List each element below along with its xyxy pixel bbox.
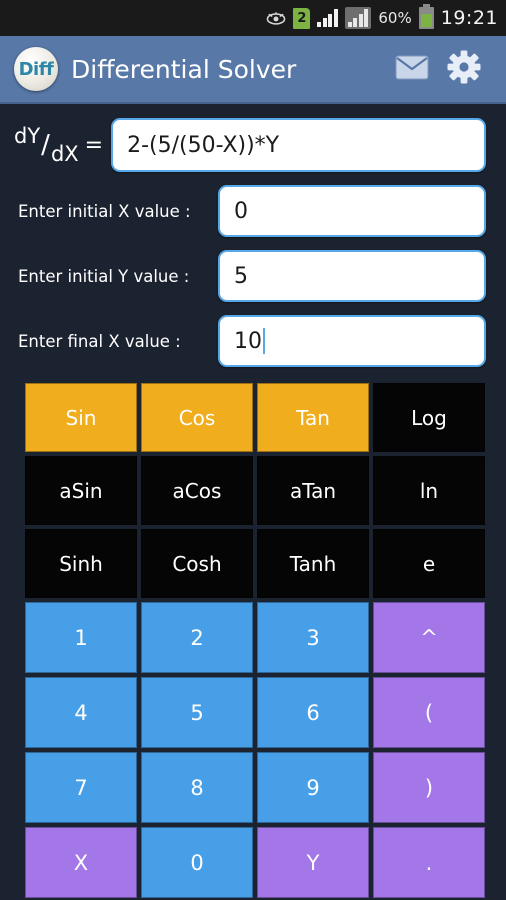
sim-card-label: 2 bbox=[297, 10, 307, 26]
key-6[interactable]: 6 bbox=[257, 677, 369, 748]
key-4[interactable]: 4 bbox=[25, 677, 137, 748]
key-tan[interactable]: Tan bbox=[257, 383, 369, 452]
key-8[interactable]: 8 bbox=[141, 752, 253, 823]
derivative-denominator: dX bbox=[50, 142, 79, 166]
derivative-slash: / bbox=[41, 130, 50, 160]
key-cosh[interactable]: Cosh bbox=[141, 529, 253, 598]
equation-row: dY / dX = 2-(5/(50-X))*Y bbox=[0, 104, 506, 172]
key-x[interactable]: X bbox=[25, 827, 137, 898]
keypad-row: Sin Cos Tan Log bbox=[25, 383, 485, 452]
status-bar: 2 60% 19:21 bbox=[0, 0, 506, 36]
keypad-row: Sinh Cosh Tanh e bbox=[25, 529, 485, 598]
gear-icon bbox=[447, 50, 481, 88]
final-x-input[interactable]: 10 bbox=[218, 315, 486, 367]
key-tanh[interactable]: Tanh bbox=[257, 529, 369, 598]
key-3[interactable]: 3 bbox=[257, 602, 369, 673]
battery-percent-label: 60% bbox=[378, 9, 412, 27]
initial-y-value: 5 bbox=[234, 263, 248, 289]
key-acos[interactable]: aCos bbox=[141, 456, 253, 525]
key-1[interactable]: 1 bbox=[25, 602, 137, 673]
key-cos[interactable]: Cos bbox=[141, 383, 253, 452]
app-root: 2 60% 19:21 Diff Differential Solver dY … bbox=[0, 0, 506, 900]
keypad-row: 1 2 3 ^ bbox=[25, 602, 485, 673]
key-sin[interactable]: Sin bbox=[25, 383, 137, 452]
key-power[interactable]: ^ bbox=[373, 602, 485, 673]
final-x-label: Enter final X value : bbox=[18, 331, 181, 351]
initial-x-input[interactable]: 0 bbox=[218, 185, 486, 237]
equals-sign: = bbox=[84, 132, 104, 158]
app-bar: Diff Differential Solver bbox=[0, 36, 506, 104]
keypad-row: 4 5 6( bbox=[25, 677, 485, 748]
key-lparen[interactable]: ( bbox=[373, 677, 485, 748]
initial-y-input[interactable]: 5 bbox=[218, 250, 486, 302]
derivative-label: dY / dX = bbox=[14, 124, 104, 166]
mail-button[interactable] bbox=[386, 43, 438, 95]
key-7[interactable]: 7 bbox=[25, 752, 137, 823]
equation-input[interactable]: 2-(5/(50-X))*Y bbox=[111, 118, 486, 172]
initial-x-row: Enter initial X value : 0 bbox=[0, 172, 506, 237]
keypad-row: X0Y. bbox=[25, 827, 485, 898]
initial-y-label: Enter initial Y value : bbox=[18, 266, 190, 286]
keypad: Sin Cos Tan Log aSin aCos aTan ln Sinh Cosh Tanh e 1… bbox=[0, 367, 506, 898]
app-logo-label: Diff bbox=[18, 58, 54, 80]
battery-icon bbox=[418, 4, 434, 29]
derivative-numerator: dY bbox=[14, 124, 41, 148]
keypad-row: aSin aCos aTan ln bbox=[25, 456, 485, 525]
key-atan[interactable]: aTan bbox=[257, 456, 369, 525]
text-cursor bbox=[263, 328, 265, 354]
page-title: Differential Solver bbox=[71, 54, 297, 84]
key-9[interactable]: 9 bbox=[257, 752, 369, 823]
equation-input-value: 2-(5/(50-X))*Y bbox=[127, 132, 280, 158]
key-log[interactable]: Log bbox=[373, 383, 485, 452]
initial-x-value: 0 bbox=[234, 198, 248, 224]
sim-card-icon: 2 bbox=[293, 7, 311, 29]
key-2[interactable]: 2 bbox=[141, 602, 253, 673]
final-x-value: 10 bbox=[234, 328, 262, 354]
clock-label: 19:21 bbox=[440, 7, 498, 29]
app-logo-icon: Diff bbox=[14, 47, 58, 91]
settings-button[interactable] bbox=[438, 43, 490, 95]
key-y[interactable]: Y bbox=[257, 827, 369, 898]
key-ln[interactable]: ln bbox=[373, 456, 485, 525]
final-x-row: Enter final X value : 10 bbox=[0, 302, 506, 367]
initial-y-row: Enter initial Y value : 5 bbox=[0, 237, 506, 302]
key-asin[interactable]: aSin bbox=[25, 456, 137, 525]
key-dot[interactable]: . bbox=[373, 827, 485, 898]
key-rparen[interactable]: ) bbox=[373, 752, 485, 823]
key-e[interactable]: e bbox=[373, 529, 485, 598]
signal-bars-dim-icon bbox=[344, 7, 372, 29]
key-5[interactable]: 5 bbox=[141, 677, 253, 748]
eye-icon bbox=[266, 12, 286, 25]
signal-bars-icon bbox=[317, 9, 338, 27]
mail-icon bbox=[395, 55, 429, 84]
keypad-row: 7 8 9) bbox=[25, 752, 485, 823]
initial-x-label: Enter initial X value : bbox=[18, 201, 191, 221]
key-sinh[interactable]: Sinh bbox=[25, 529, 137, 598]
key-0[interactable]: 0 bbox=[141, 827, 253, 898]
